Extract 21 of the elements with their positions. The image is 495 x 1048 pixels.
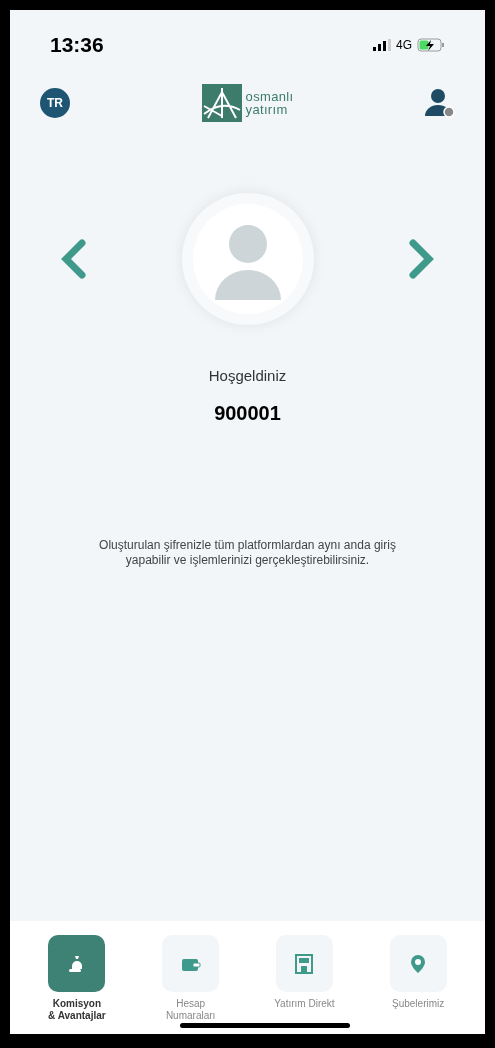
logo-text: yatırım xyxy=(245,103,289,116)
nav-tab[interactable]: Yatırım Direkt xyxy=(247,935,362,1034)
welcome-text: Hoşgeldiniz xyxy=(208,366,287,386)
location-pin-icon xyxy=(410,953,427,974)
nav-tab[interactable]: Şubelerimiz xyxy=(361,935,475,1034)
account-number: 900001 xyxy=(214,400,281,426)
nav-tab[interactable]: Komisyon & Avantajlar xyxy=(20,935,134,1034)
nav-tab[interactable]: Hesap Numaraları xyxy=(133,935,248,1034)
avatar-placeholder-icon xyxy=(192,204,303,314)
bridge-logo-icon xyxy=(201,84,242,122)
battery-icon xyxy=(417,38,445,52)
logo-text: osmanlı xyxy=(245,90,294,103)
chevron-left-icon[interactable] xyxy=(60,239,86,279)
info-text: Oluşturulan şifrenizle tüm platformlardan aynı anda giriş yapabilir ve işlemlerinizi gerçekleştirebilirsiniz. xyxy=(98,537,397,568)
status-time: 13:36 xyxy=(50,32,104,59)
language-button[interactable]: TR xyxy=(40,88,70,118)
store-icon xyxy=(295,953,314,974)
signal-icon xyxy=(373,39,391,51)
network-label: 4G xyxy=(396,37,412,54)
chevron-right-icon[interactable] xyxy=(409,239,435,279)
user-icon[interactable] xyxy=(425,88,455,118)
